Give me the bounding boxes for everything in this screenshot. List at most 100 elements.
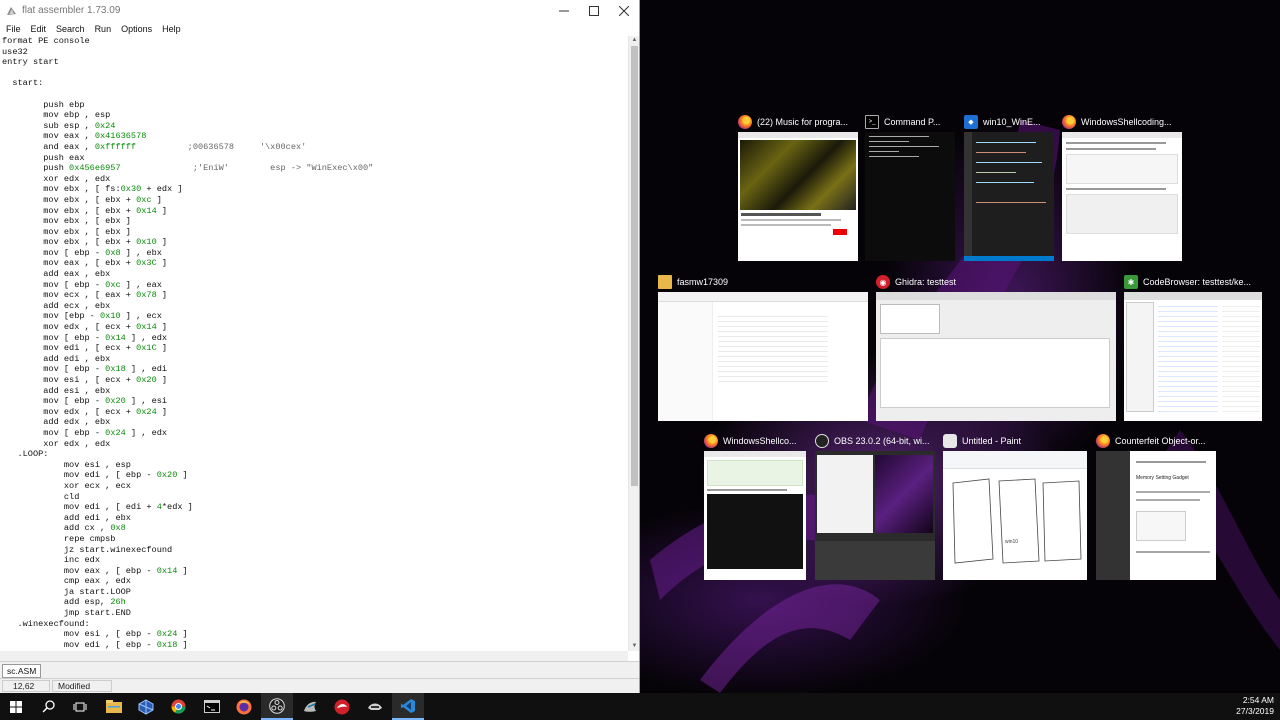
code-line: mov ecx , [ eax + 0x78 ]: [2, 290, 168, 301]
taskbar-ghidra[interactable]: [326, 693, 358, 720]
code-line: mov edx , [ ecx + 0x24 ]: [2, 406, 168, 417]
vscode-icon: [401, 698, 415, 713]
taskview-window-vscode[interactable]: ◆ win10_WinE...: [964, 112, 1054, 262]
close-button[interactable]: [609, 0, 639, 21]
taskbar-vscode[interactable]: [392, 693, 424, 720]
cursor-position: 12,62: [2, 680, 50, 692]
taskview-window-paint[interactable]: Untitled - Paint win10: [943, 431, 1087, 581]
taskview-window-ghidra[interactable]: ◉ Ghidra: testtest: [876, 272, 1116, 422]
scroll-up-icon[interactable]: ▲: [629, 36, 640, 45]
taskview-window-obs[interactable]: OBS 23.0.2 (64-bit, wi...: [815, 431, 935, 581]
taskview-window-counterfeit[interactable]: Counterfeit Object-or... Memory Setting …: [1096, 431, 1216, 581]
code-line: mov edi , [ edi + 4*edx ]: [2, 502, 193, 513]
code-line: push 0x456e6957 ;'EniW' esp -> "WinExec\…: [2, 163, 374, 174]
task-view-button[interactable]: [64, 693, 96, 720]
taskview-window-command-prompt[interactable]: >_ Command P...: [865, 112, 955, 262]
scroll-down-icon[interactable]: ▼: [629, 642, 640, 651]
taskbar-wireshark[interactable]: [294, 693, 326, 720]
start-button[interactable]: [0, 693, 32, 720]
code-line: mov ebx , [ ebx ]: [2, 226, 131, 237]
code-line: mov [ ebp - 0x14 ] , edx: [2, 332, 168, 343]
window-title: win10_WinE...: [983, 117, 1041, 127]
taskview-window-youtube[interactable]: (22) Music for progra...: [738, 112, 858, 262]
taskbar-binary-ninja[interactable]: [359, 693, 391, 720]
fasm-app-icon: [7, 7, 16, 15]
code-line: .winexecfound:: [2, 618, 90, 629]
menu-search[interactable]: Search: [51, 24, 90, 34]
taskview-window-shellcoding-article[interactable]: WindowsShellcoding...: [1062, 112, 1182, 262]
window-preview: [865, 132, 955, 261]
window-title: Command P...: [884, 117, 941, 127]
code-line: jz start.winexecfound: [2, 544, 173, 555]
code-editor[interactable]: format PE consoleuse32entry start​ start…: [0, 36, 628, 651]
code-line: format PE console: [2, 36, 90, 46]
code-line: and eax , 0xffffff ;00636578 '\x00cex': [2, 141, 307, 152]
code-line: add eax , ebx: [2, 269, 111, 280]
code-line: mov eax , 0x41636578: [2, 131, 147, 142]
window-preview: [704, 451, 806, 580]
code-line: repe cmpsb: [2, 533, 116, 544]
code-line: add edx , ebx: [2, 417, 111, 428]
code-line: mov edx , [ ecx + 0x14 ]: [2, 322, 168, 333]
taskbar-file-explorer[interactable]: [98, 693, 130, 720]
maximize-button[interactable]: [579, 0, 609, 21]
fasm-window: flat assembler 1.73.09 File Edit Search …: [0, 0, 640, 693]
cmd-icon: >_: [865, 115, 879, 129]
window-title: flat assembler 1.73.09: [22, 5, 121, 16]
file-explorer-icon: [106, 700, 122, 713]
firefox-icon: [1062, 115, 1076, 129]
code-line: ​: [2, 89, 628, 100]
menu-help[interactable]: Help: [157, 24, 186, 34]
code-line: add ecx , ebx: [2, 300, 111, 311]
obs-icon: [269, 697, 285, 714]
code-line: add esi , ebx: [2, 385, 111, 396]
taskbar-firefox[interactable]: [228, 693, 260, 720]
paint-icon: [943, 434, 957, 448]
menu-options[interactable]: Options: [116, 24, 157, 34]
search-button[interactable]: [32, 693, 64, 720]
code-line: mov edi , [ ebp - 0x18 ]: [2, 639, 188, 650]
modified-status: Modified: [52, 680, 112, 692]
code-line: xor edx , edx: [2, 173, 111, 184]
minimize-button[interactable]: [549, 0, 579, 21]
taskview-window-codebrowser[interactable]: ✱ CodeBrowser: testtest/ke...: [1124, 272, 1262, 422]
horizontal-scrollbar[interactable]: [0, 651, 628, 661]
code-line: mov esi , [ ebp - 0x24 ]: [2, 629, 188, 640]
codebrowser-icon: ✱: [1124, 275, 1138, 289]
file-tab[interactable]: sc.ASM: [2, 664, 42, 678]
ghidra-icon: ◉: [876, 275, 890, 289]
code-line: jmp start.END: [2, 608, 131, 619]
code-line: cld: [2, 491, 80, 502]
code-line: mov [ebp - 0x10 ] , ecx: [2, 311, 162, 322]
code-line: mov [ ebp - 0x24 ] , edx: [2, 427, 168, 438]
window-title: Counterfeit Object-or...: [1115, 436, 1206, 446]
menu-edit[interactable]: Edit: [26, 24, 52, 34]
menu-run[interactable]: Run: [90, 24, 117, 34]
ghidra-icon: [334, 699, 350, 714]
taskbar-chrome[interactable]: [162, 693, 194, 720]
code-line: xor ecx , ecx: [2, 480, 131, 491]
window-preview: [815, 451, 935, 580]
code-line: mov ebx , [ ebx + 0xc ]: [2, 194, 162, 205]
scrollbar-thumb[interactable]: [631, 46, 638, 486]
taskview-window-shellcoding-2[interactable]: WindowsShellco...: [704, 431, 806, 581]
vertical-scrollbar[interactable]: ▲ ▼: [628, 36, 639, 651]
taskbar-terminal[interactable]: [196, 693, 228, 720]
code-line: use32: [2, 46, 28, 57]
fasm-titlebar[interactable]: flat assembler 1.73.09: [0, 0, 639, 21]
clock-time: 2:54 AM: [1242, 695, 1274, 705]
code-line: mov ebx , [ ebx + 0x10 ]: [2, 237, 168, 248]
taskbar-virtualbox[interactable]: [130, 693, 162, 720]
taskview-window-file-explorer[interactable]: fasmw17309: [658, 272, 868, 422]
system-clock[interactable]: 2:54 AM 27/3/2019: [1236, 695, 1274, 717]
code-line: mov esi , [ ecx + 0x20 ]: [2, 375, 168, 385]
menu-file[interactable]: File: [1, 24, 26, 34]
code-line: push ebp: [2, 99, 85, 110]
window-preview: [964, 132, 1054, 261]
window-title: (22) Music for progra...: [757, 117, 849, 127]
firefox-icon: [704, 434, 718, 448]
taskbar: 2:54 AM 27/3/2019: [0, 693, 1280, 720]
code-line: add esp, 26h: [2, 597, 126, 608]
taskbar-obs[interactable]: [261, 693, 293, 720]
window-preview: Memory Setting Gadget: [1096, 451, 1216, 580]
